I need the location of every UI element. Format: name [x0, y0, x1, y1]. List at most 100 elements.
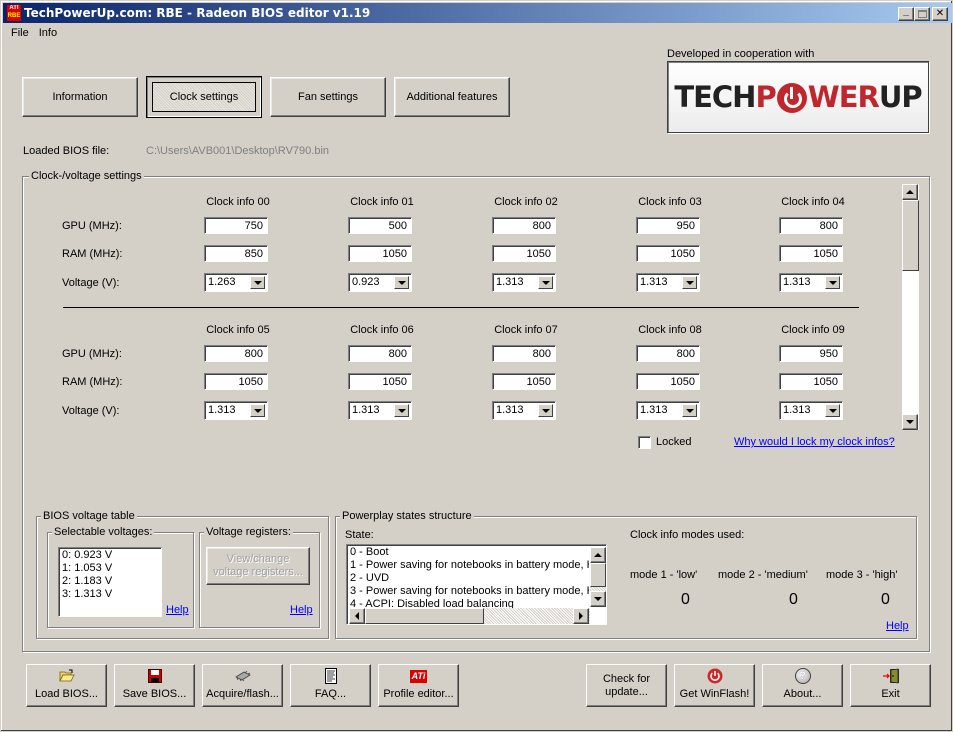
powerplay-states-list[interactable]: 0 - Boot 1 - Power saving for notebooks … — [346, 544, 607, 625]
scroll-thumb[interactable] — [902, 200, 919, 271]
mode-1-value: 0 — [681, 591, 690, 608]
voltage-registers-help-link[interactable]: Help — [290, 604, 313, 616]
voltage-select-value: 1.313 — [352, 404, 380, 416]
dropdown-button[interactable] — [682, 276, 697, 289]
gpu-clock-input[interactable]: 950 — [636, 217, 700, 234]
close-button[interactable]: ✕ — [932, 7, 948, 21]
exit-button[interactable]: Exit — [850, 664, 931, 707]
ram-clock-input[interactable]: 1050 — [348, 245, 412, 262]
states-scroll-down-button[interactable] — [590, 591, 606, 607]
title-bar: ATI RBE TechPowerUp.com: RBE - Radeon BI… — [3, 3, 952, 23]
voltage-select[interactable]: 1.313 — [636, 401, 700, 420]
dropdown-button[interactable] — [825, 276, 840, 289]
arrow-down-icon — [594, 597, 602, 601]
about-button[interactable]: ? About... — [762, 664, 843, 707]
voltage-select[interactable]: 1.313 — [492, 273, 556, 292]
state-list-item[interactable]: 0 - Boot — [347, 546, 589, 559]
dropdown-button[interactable] — [394, 276, 409, 289]
voltage-select[interactable]: 1.313 — [636, 273, 700, 292]
gpu-clock-input[interactable]: 800 — [492, 345, 556, 362]
acquire-flash-button[interactable]: Acquire/flash... — [202, 664, 283, 707]
dropdown-button[interactable] — [825, 404, 840, 417]
power-icon — [707, 668, 723, 684]
ram-clock-input[interactable]: 1050 — [348, 373, 412, 390]
locked-label: Locked — [656, 436, 692, 448]
save-bios-button[interactable]: Save BIOS... — [114, 664, 195, 707]
state-list-item[interactable]: 2 - UVD — [347, 572, 589, 585]
gpu-clock-input[interactable]: 800 — [204, 345, 268, 362]
exit-door-icon — [882, 668, 900, 684]
voltage-select[interactable]: 1.313 — [779, 273, 843, 292]
view-change-voltage-registers-button[interactable]: View/change voltage registers... — [206, 547, 310, 585]
locked-checkbox[interactable] — [638, 436, 651, 449]
tab-clock-settings[interactable]: Clock settings — [146, 76, 262, 118]
state-list-item[interactable]: 3 - Power saving for notebooks in batter… — [347, 585, 589, 598]
voltage-list-item[interactable]: 1: 1.053 V — [59, 562, 161, 575]
ram-clock-input[interactable]: 1050 — [636, 373, 700, 390]
voltage-select[interactable]: 1.313 — [348, 401, 412, 420]
menu-info[interactable]: Info — [37, 27, 65, 39]
states-scroll-left-button[interactable] — [349, 608, 365, 624]
scroll-up-button[interactable] — [902, 184, 918, 200]
voltage-registers-title: Voltage registers: — [204, 525, 293, 539]
profile-editor-button[interactable]: ATi Profile editor... — [378, 664, 459, 707]
faq-button[interactable]: FAQ... — [290, 664, 371, 707]
gpu-clock-input[interactable]: 800 — [636, 345, 700, 362]
voltage-list-item[interactable]: 2: 1.183 V — [59, 575, 161, 588]
voltage-select[interactable]: 1.313 — [779, 401, 843, 420]
states-hscroll-thumb[interactable] — [365, 608, 484, 624]
dropdown-button[interactable] — [250, 276, 265, 289]
tab-fan-settings[interactable]: Fan settings — [270, 77, 386, 117]
selectable-voltages-list[interactable]: 0: 0.923 V 1: 1.053 V 2: 1.183 V 3: 1.31… — [58, 547, 162, 617]
gpu-clock-input[interactable]: 800 — [492, 217, 556, 234]
techpowerup-logo[interactable]: TECH P WER UP — [667, 61, 929, 133]
gpu-clock-input[interactable]: 800 — [779, 217, 843, 234]
scroll-down-button[interactable] — [902, 414, 918, 430]
state-list-item[interactable]: 1 - Power saving for notebooks in batter… — [347, 559, 589, 572]
gpu-clock-input[interactable]: 950 — [779, 345, 843, 362]
minimize-button[interactable]: _ — [898, 7, 914, 21]
menu-file[interactable]: File — [3, 27, 37, 39]
selectable-voltages-help-link[interactable]: Help — [166, 604, 189, 616]
gpu-clock-input[interactable]: 500 — [348, 217, 412, 234]
check-for-update-button[interactable]: Check for update... — [586, 664, 667, 707]
ram-clock-input[interactable]: 1050 — [492, 373, 556, 390]
states-scroll-up-button[interactable] — [590, 547, 606, 563]
dropdown-button[interactable] — [538, 276, 553, 289]
states-scroll-right-button[interactable] — [573, 608, 589, 624]
voltage-select[interactable]: 0.923 — [348, 273, 412, 292]
ram-clock-input[interactable]: 1050 — [492, 245, 556, 262]
voltage-select[interactable]: 1.313 — [492, 401, 556, 420]
loaded-bios-label: Loaded BIOS file: — [23, 145, 110, 157]
bios-voltage-table-title: BIOS voltage table — [41, 509, 137, 523]
tab-additional-features[interactable]: Additional features — [394, 77, 510, 117]
voltage-select[interactable]: 1.313 — [204, 401, 268, 420]
tab-information[interactable]: Information — [22, 77, 138, 117]
ram-clock-input[interactable]: 1050 — [204, 373, 268, 390]
ram-clock-input[interactable]: 1050 — [779, 373, 843, 390]
lock-help-link[interactable]: Why would I lock my clock infos? — [734, 436, 895, 448]
ram-clock-input[interactable]: 850 — [204, 245, 268, 262]
voltage-list-item[interactable]: 3: 1.313 V — [59, 588, 161, 601]
gpu-clock-input[interactable]: 800 — [348, 345, 412, 362]
mode-2-label: mode 2 - 'medium' — [718, 569, 808, 581]
maximize-button[interactable] — [914, 7, 930, 21]
dropdown-button[interactable] — [250, 404, 265, 417]
gpu-clock-input[interactable]: 750 — [204, 217, 268, 234]
dropdown-button[interactable] — [394, 404, 409, 417]
voltage-select[interactable]: 1.263 — [204, 273, 268, 292]
states-vscroll-thumb[interactable] — [590, 563, 606, 587]
dropdown-button[interactable] — [538, 404, 553, 417]
ram-clock-input[interactable]: 1050 — [636, 245, 700, 262]
clock-info-modes-title: Clock info modes used: — [630, 529, 745, 541]
tab-fan-settings-label: Fan settings — [298, 91, 358, 103]
get-winflash-button[interactable]: Get WinFlash! — [674, 664, 755, 707]
ram-clock-input[interactable]: 1050 — [779, 245, 843, 262]
state-list-item[interactable]: 4 - ACPI: Disabled load balancing — [347, 598, 589, 608]
powerplay-help-link[interactable]: Help — [886, 620, 909, 632]
dropdown-button[interactable] — [682, 404, 697, 417]
load-bios-button[interactable]: Load BIOS... — [26, 664, 107, 707]
app-icon-bottom-text: RBE — [7, 13, 21, 19]
voltage-select-value: 1.313 — [496, 276, 524, 288]
voltage-list-item[interactable]: 0: 0.923 V — [59, 549, 161, 562]
